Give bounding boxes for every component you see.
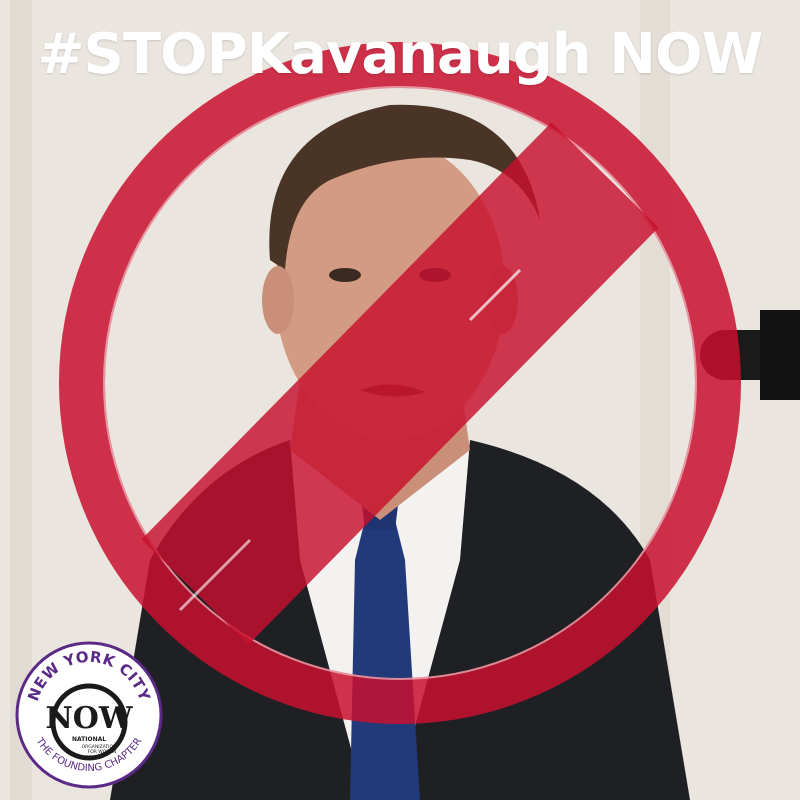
logo-org-line2: FOR WOMEN: [88, 749, 117, 755]
campaign-graphic: #STOPKavanaugh NOW NEW YORK CITY NOW NAT…: [0, 0, 800, 800]
campaign-headline: #STOPKavanaugh NOW: [37, 22, 764, 87]
nyc-now-logo: NEW YORK CITY NOW NATIONAL ORGANIZATION …: [15, 641, 163, 789]
logo-national-text: NATIONAL: [72, 736, 106, 743]
logo-now-mark: NOW: [45, 701, 134, 736]
